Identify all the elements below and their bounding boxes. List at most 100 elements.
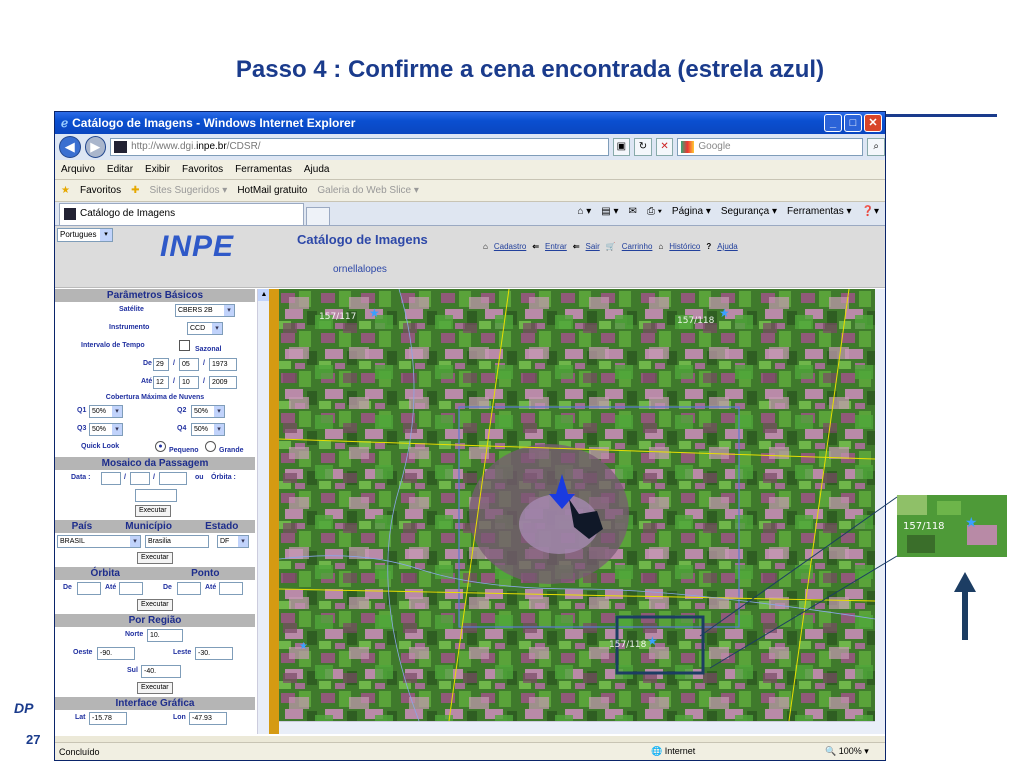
country-select[interactable]: BRASIL: [57, 535, 141, 548]
mail-icon[interactable]: ✉: [629, 206, 637, 217]
q4-select[interactable]: 50%: [191, 423, 225, 436]
link-sair[interactable]: Sair: [586, 242, 600, 251]
home-icon[interactable]: ⌂ ▾: [577, 206, 591, 217]
large-label: Grande: [219, 447, 244, 454]
lon-input[interactable]: -47.93: [189, 712, 227, 725]
panel-splitter[interactable]: [269, 289, 279, 734]
address-prefix: http://www.dgi.: [131, 141, 197, 152]
menu-favoritos[interactable]: Favoritos: [182, 164, 223, 175]
link-ajuda[interactable]: Ajuda: [717, 242, 737, 251]
mosaic-orbit-input[interactable]: [135, 489, 177, 502]
execute-region-button[interactable]: Executar: [137, 682, 173, 694]
command-bar: ⌂ ▾ ▤ ▾ ✉ ⎙ ▾ Página ▾ Segurança ▾ Ferra…: [577, 206, 879, 217]
link-historico[interactable]: Histórico: [669, 242, 700, 251]
compatibility-icon[interactable]: ▣: [612, 138, 631, 156]
instrument-select[interactable]: CCD: [187, 322, 223, 335]
language-select[interactable]: Portugues ▾: [57, 228, 113, 242]
from-day-input[interactable]: 29: [153, 358, 169, 371]
scene-star-icon[interactable]: ★: [299, 641, 308, 652]
south-input[interactable]: -40.: [141, 665, 181, 678]
satellite-map[interactable]: 157/117 157/118 157/118 ★ ★ ★ ★: [279, 289, 875, 721]
state-select[interactable]: DF: [217, 535, 249, 548]
add-favorite-icon[interactable]: ✚: [131, 185, 139, 196]
fav-link-sites[interactable]: Sites Sugeridos ▾: [149, 185, 227, 196]
catalog-title: Catálogo de Imagens: [297, 232, 428, 247]
help-icon[interactable]: ❓▾: [862, 206, 879, 217]
menu-ferramentas[interactable]: Ferramentas: [235, 164, 292, 175]
east-input[interactable]: -30.: [195, 647, 233, 660]
seasonal-checkbox[interactable]: [179, 340, 190, 351]
small-radio[interactable]: ●: [155, 441, 166, 452]
maximize-button[interactable]: □: [844, 114, 862, 132]
orbit-to-input[interactable]: [119, 582, 143, 595]
new-tab-button[interactable]: [306, 207, 330, 225]
ie-logo-icon: ℯ: [61, 116, 69, 130]
or-label: ou: [195, 474, 204, 481]
from-label: De: [143, 360, 152, 367]
city-input[interactable]: Brasilia: [145, 535, 209, 548]
feeds-icon[interactable]: ▤ ▾: [601, 206, 618, 217]
south-label: Sul: [127, 667, 138, 674]
quicklook-label: Quick Look: [81, 443, 120, 450]
up-arrow-icon: [954, 572, 976, 640]
back-icon[interactable]: ◀: [59, 136, 81, 158]
menu-arquivo[interactable]: Arquivo: [61, 164, 95, 175]
from-month-input[interactable]: 05: [179, 358, 199, 371]
point-from-input[interactable]: [177, 582, 201, 595]
search-input[interactable]: Google: [677, 138, 864, 156]
orbit-from-input[interactable]: [77, 582, 101, 595]
lat-input[interactable]: -15.78: [89, 712, 127, 725]
favorites-star-icon[interactable]: ★: [61, 185, 70, 196]
cmd-security[interactable]: Segurança ▾: [721, 206, 777, 217]
q2-select[interactable]: 50%: [191, 405, 225, 418]
section-mosaic: Mosaico da Passagem: [55, 457, 255, 470]
tab-catalogo[interactable]: Catálogo de Imagens: [59, 203, 304, 225]
execute-orbit-button[interactable]: Executar: [137, 599, 173, 611]
cmd-page[interactable]: Página ▾: [672, 206, 711, 217]
zoom-level[interactable]: 🔍 100% ▾: [825, 746, 869, 757]
close-button[interactable]: ✕: [864, 114, 882, 132]
q3-select[interactable]: 50%: [89, 423, 123, 436]
execute-location-button[interactable]: Executar: [137, 552, 173, 564]
favorites-button[interactable]: Favoritos: [80, 185, 121, 196]
point-to-input[interactable]: [219, 582, 243, 595]
to-day-input[interactable]: 12: [153, 376, 169, 389]
to-year-input[interactable]: 2009: [209, 376, 237, 389]
mosaic-day-input[interactable]: [101, 472, 121, 485]
minimize-button[interactable]: _: [824, 114, 842, 132]
search-icon[interactable]: ⌕: [867, 138, 885, 156]
q1-select[interactable]: 50%: [89, 405, 123, 418]
panel-scrollbar[interactable]: ▲: [257, 289, 270, 734]
stop-icon[interactable]: ✕: [655, 138, 674, 156]
scene-star-icon[interactable]: ★: [719, 306, 730, 320]
address-bar[interactable]: http://www.dgi.inpe.br/CDSR/: [110, 138, 609, 156]
scene-star-icon[interactable]: ★: [369, 306, 380, 320]
refresh-icon[interactable]: ↻: [634, 138, 652, 156]
map-vertical-scrollbar[interactable]: [875, 289, 885, 734]
mosaic-year-input[interactable]: [159, 472, 187, 485]
forward-icon[interactable]: ▶: [84, 136, 107, 158]
satellite-select[interactable]: CBERS 2B: [175, 304, 235, 317]
menu-exibir[interactable]: Exibir: [145, 164, 170, 175]
large-radio[interactable]: [205, 441, 216, 452]
to-label: Até: [141, 378, 153, 385]
map-horizontal-scrollbar[interactable]: [279, 721, 875, 734]
fav-link-hotmail[interactable]: HotMail gratuito: [237, 185, 307, 196]
menu-editar[interactable]: Editar: [107, 164, 133, 175]
menu-ajuda[interactable]: Ajuda: [304, 164, 330, 175]
mosaic-month-input[interactable]: [130, 472, 150, 485]
satellite-label: Satélite: [119, 306, 144, 313]
print-icon[interactable]: ⎙ ▾: [647, 206, 662, 217]
link-entrar[interactable]: Entrar: [545, 242, 567, 251]
west-input[interactable]: -90.: [97, 647, 135, 660]
execute-mosaic-button[interactable]: Executar: [135, 505, 171, 517]
fav-link-webslice[interactable]: Galeria do Web Slice ▾: [317, 185, 419, 196]
from-year-input[interactable]: 1973: [209, 358, 237, 371]
selected-scene-star-icon[interactable]: ★: [647, 634, 658, 648]
link-carrinho[interactable]: Carrinho: [622, 242, 653, 251]
link-cadastro[interactable]: Cadastro: [494, 242, 526, 251]
cmd-tools[interactable]: Ferramentas ▾: [787, 206, 851, 217]
to-month-input[interactable]: 10: [179, 376, 199, 389]
site-favicon-icon: [114, 141, 128, 153]
north-input[interactable]: 10.: [147, 629, 183, 642]
